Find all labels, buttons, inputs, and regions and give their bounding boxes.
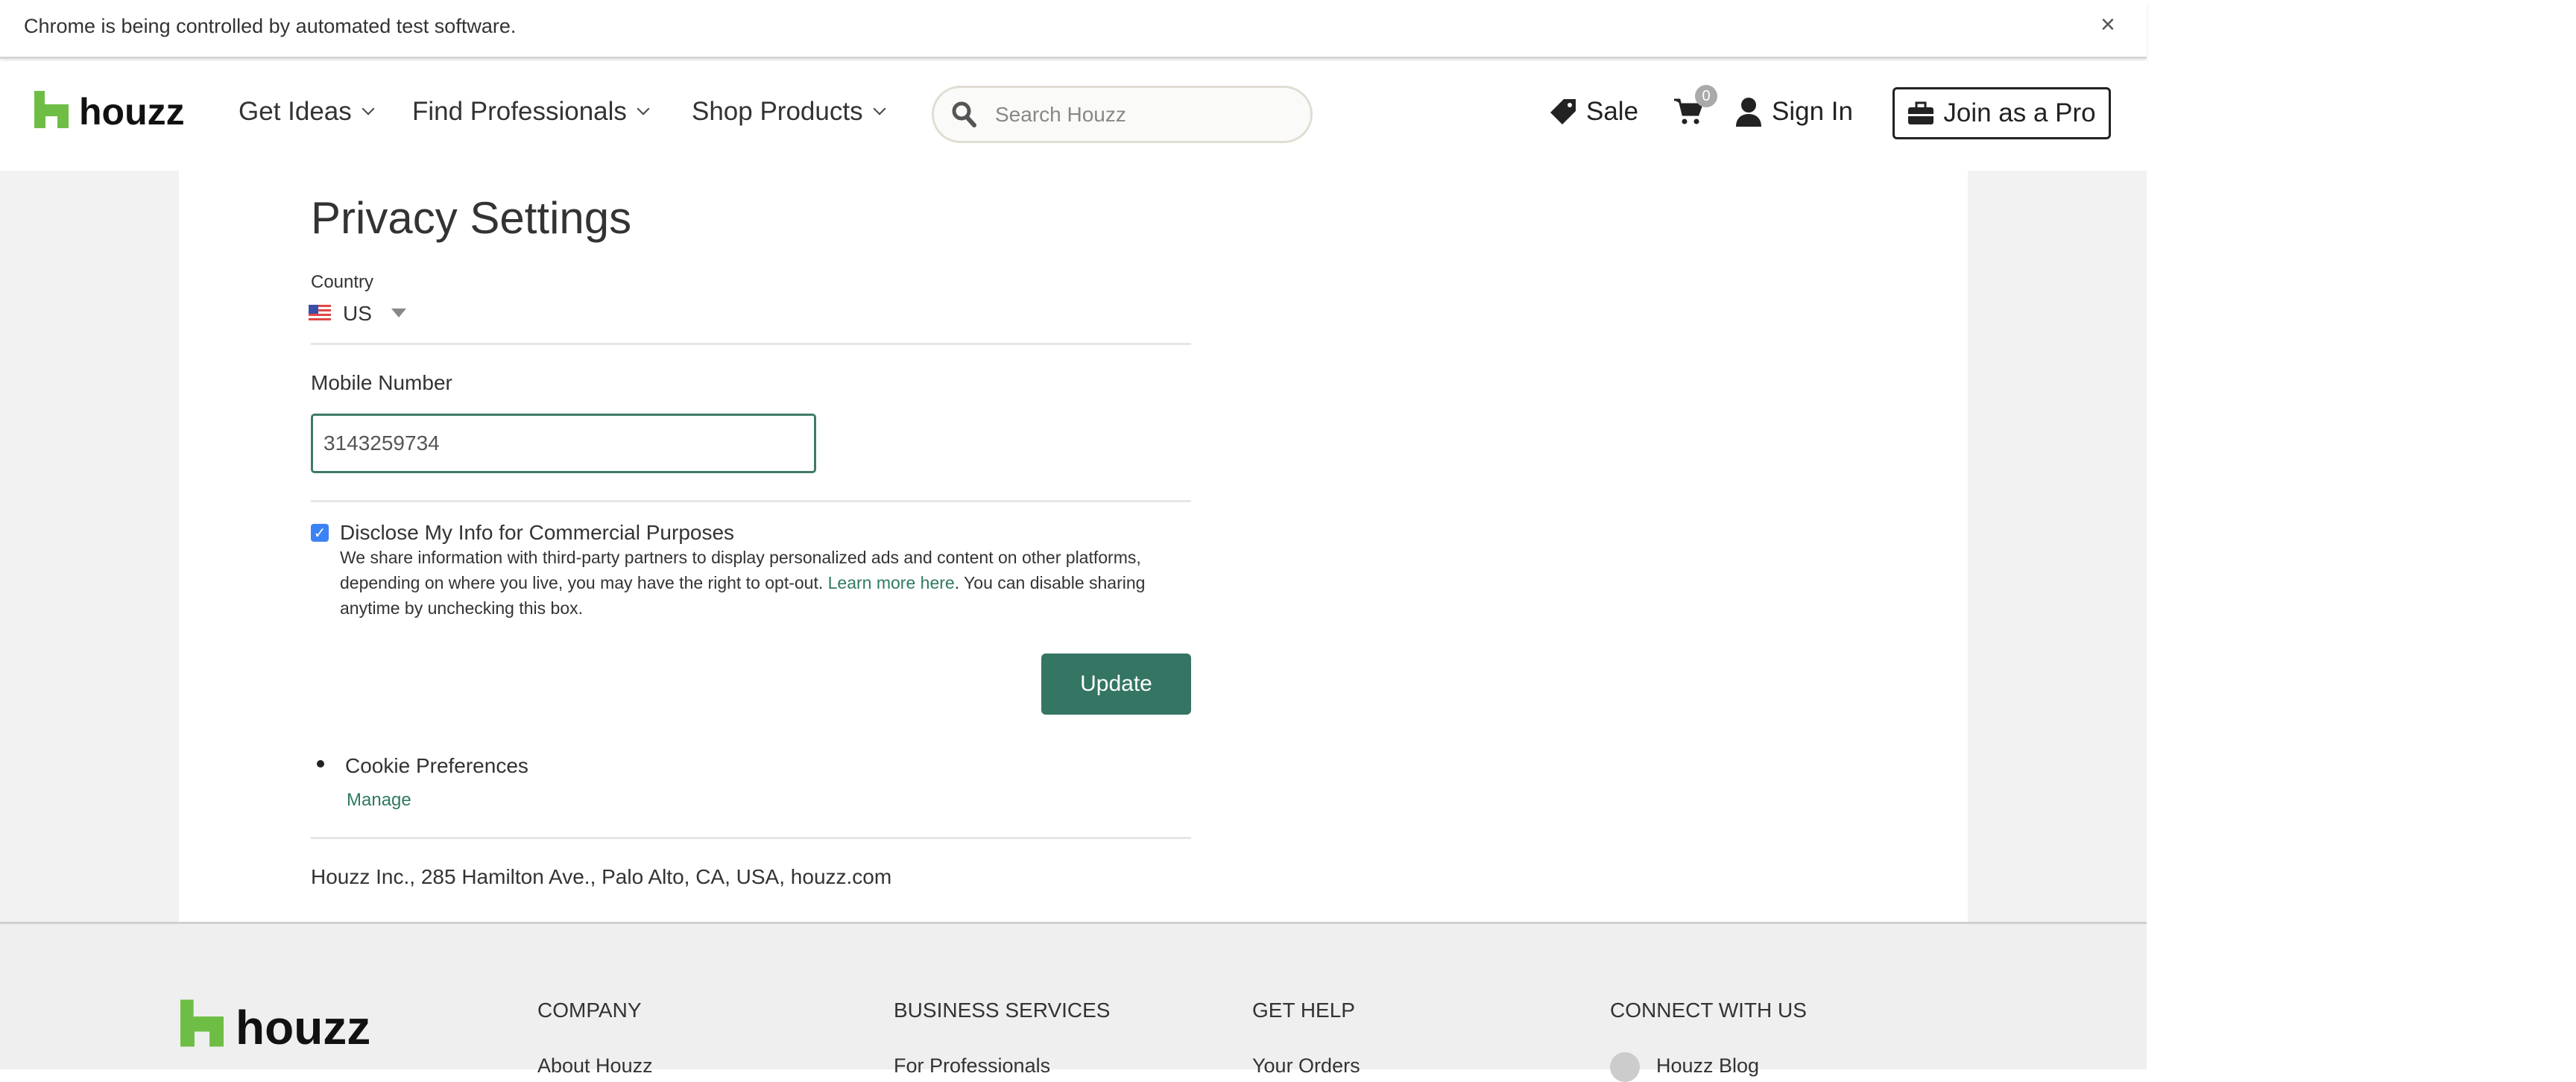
us-flag-icon bbox=[309, 305, 331, 323]
footer-link-for-professionals[interactable]: For Professionals bbox=[894, 1054, 1050, 1078]
mobile-number-input[interactable]: 3143259734 bbox=[311, 414, 816, 473]
mobile-number-label: Mobile Number bbox=[311, 371, 452, 394]
user-icon bbox=[1736, 98, 1761, 127]
houzz-house-icon bbox=[180, 999, 224, 1047]
join-as-pro-button[interactable]: Join as a Pro bbox=[1892, 87, 2111, 139]
nav-label: Get Ideas bbox=[239, 97, 352, 126]
footer-link-houzz-blog[interactable]: Houzz Blog bbox=[1656, 1054, 1759, 1078]
price-tag-icon bbox=[1550, 99, 1576, 124]
join-label: Join as a Pro bbox=[1943, 98, 2096, 127]
chevron-down-icon bbox=[873, 102, 886, 116]
search-icon bbox=[952, 101, 976, 127]
learn-more-link[interactable]: Learn more here bbox=[828, 573, 955, 592]
automation-infobar: Chrome is being controlled by automated … bbox=[0, 0, 2147, 59]
sale-label: Sale bbox=[1586, 97, 1639, 126]
infobar-message: Chrome is being controlled by automated … bbox=[24, 15, 517, 37]
close-icon[interactable]: × bbox=[2100, 10, 2115, 39]
nav-find-professionals[interactable]: Find Professionals bbox=[412, 97, 650, 127]
caret-down-icon bbox=[391, 309, 406, 317]
chevron-down-icon bbox=[637, 102, 650, 116]
search-input[interactable]: Search Houzz bbox=[932, 86, 1313, 143]
country-value: US bbox=[343, 302, 372, 325]
logo-text: houzz bbox=[236, 1001, 371, 1054]
cart-button[interactable]: 0 bbox=[1673, 85, 1717, 130]
divider bbox=[311, 500, 1191, 502]
country-label: Country bbox=[311, 272, 374, 292]
nav-label: Find Professionals bbox=[412, 97, 627, 126]
footer-heading-business-services: BUSINESS SERVICES bbox=[894, 999, 1111, 1022]
divider bbox=[311, 837, 1191, 839]
checkmark-icon: ✓ bbox=[313, 525, 326, 542]
nav-get-ideas[interactable]: Get Ideas bbox=[239, 97, 375, 127]
footer-houzz-logo[interactable]: houzz bbox=[180, 999, 371, 1054]
divider bbox=[311, 343, 1191, 345]
footer-heading-connect: CONNECT WITH US bbox=[1610, 999, 1807, 1022]
disclose-info-description: We share information with third-party pa… bbox=[340, 545, 1197, 621]
nav-shop-products[interactable]: Shop Products bbox=[692, 97, 886, 127]
houzz-house-icon bbox=[34, 91, 69, 128]
update-button[interactable]: Update bbox=[1041, 654, 1191, 715]
company-address: Houzz Inc., 285 Hamilton Ave., Palo Alto… bbox=[311, 865, 892, 888]
footer-heading-get-help: GET HELP bbox=[1252, 999, 1355, 1022]
disclose-info-label: Disclose My Info for Commercial Purposes bbox=[340, 521, 735, 544]
cookie-preferences-label: Cookie Preferences bbox=[345, 754, 528, 777]
cart-count-badge: 0 bbox=[1695, 85, 1717, 107]
page-title: Privacy Settings bbox=[311, 193, 632, 243]
chevron-down-icon bbox=[362, 102, 375, 116]
country-select[interactable]: US bbox=[309, 302, 406, 326]
bullet bbox=[317, 760, 324, 768]
sign-in-link[interactable]: Sign In bbox=[1734, 97, 1853, 127]
disclose-info-checkbox[interactable]: ✓ bbox=[311, 524, 329, 542]
blog-icon bbox=[1610, 1052, 1640, 1082]
search-placeholder: Search Houzz bbox=[995, 102, 1126, 126]
site-header: houzz Get Ideas Find Professionals Shop … bbox=[0, 61, 2147, 171]
sign-in-label: Sign In bbox=[1772, 97, 1853, 126]
footer-link-about-houzz[interactable]: About Houzz bbox=[537, 1054, 653, 1078]
houzz-logo[interactable]: houzz bbox=[34, 91, 185, 133]
nav-label: Shop Products bbox=[692, 97, 863, 126]
manage-cookies-link[interactable]: Manage bbox=[347, 790, 411, 811]
logo-text: houzz bbox=[79, 91, 185, 133]
footer-link-your-orders[interactable]: Your Orders bbox=[1252, 1054, 1360, 1078]
sale-link[interactable]: Sale bbox=[1549, 97, 1638, 127]
mobile-number-value: 3143259734 bbox=[323, 431, 440, 455]
briefcase-icon bbox=[1908, 101, 1934, 124]
footer-heading-company: COMPANY bbox=[537, 999, 642, 1022]
